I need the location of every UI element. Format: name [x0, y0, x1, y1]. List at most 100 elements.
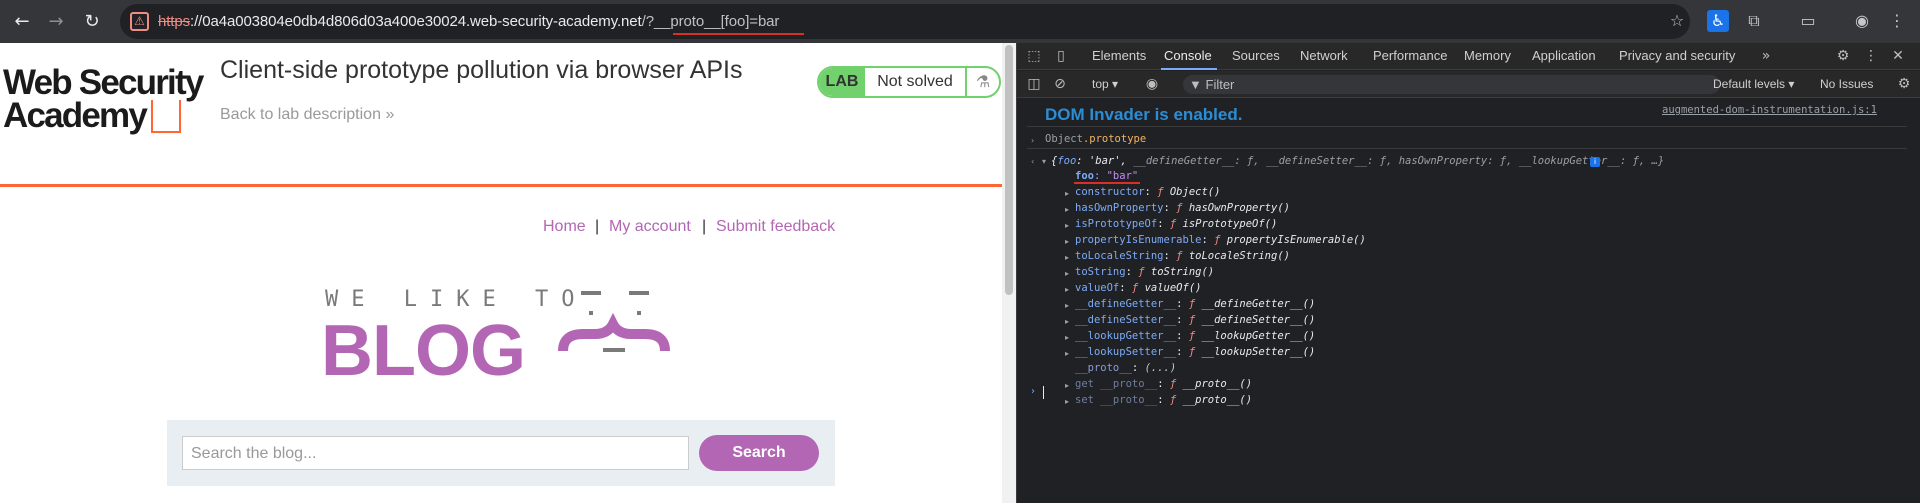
- expand-property-icon[interactable]: ▸: [1065, 189, 1069, 198]
- not-secure-icon[interactable]: ⚠: [130, 12, 149, 31]
- close-devtools-icon[interactable]: ✕: [1889, 47, 1907, 65]
- property-row[interactable]: valueOf: ƒ valueOf(): [1075, 282, 1201, 294]
- tab-elements[interactable]: Elements: [1092, 48, 1146, 63]
- property-row[interactable]: toLocaleString: ƒ toLocaleString(): [1075, 250, 1290, 262]
- nav-submit-feedback[interactable]: Submit feedback: [716, 218, 835, 236]
- cast-icon[interactable]: ▭: [1797, 10, 1819, 32]
- property-colon: :: [1131, 362, 1145, 374]
- tab-privacy-security[interactable]: Privacy and security: [1619, 48, 1735, 63]
- expand-property-icon[interactable]: ▸: [1065, 237, 1069, 246]
- hero-tagline: WE LIKE TO: [325, 287, 588, 312]
- search-input[interactable]: Search the blog...: [182, 436, 689, 470]
- input-property: .prototype: [1082, 133, 1147, 145]
- function-glyph-icon: ƒ: [1138, 266, 1151, 278]
- property-row[interactable]: __lookupSetter__: ƒ __lookupSetter__(): [1075, 346, 1315, 358]
- property-value: (...): [1144, 362, 1177, 374]
- nav-home[interactable]: Home: [543, 218, 586, 236]
- expand-property-icon[interactable]: ▸: [1065, 349, 1069, 358]
- property-row[interactable]: __defineSetter__: ƒ __defineSetter__(): [1075, 314, 1315, 326]
- source-link[interactable]: augmented-dom-instrumentation.js:1: [1662, 104, 1877, 116]
- menu-icon[interactable]: ⋮: [1886, 10, 1908, 32]
- property-value: __proto__(): [1182, 394, 1253, 406]
- url-text[interactable]: https://0a4a003804e0db4d806d03a400e30024…: [158, 13, 779, 30]
- device-toolbar-icon[interactable]: ▯: [1052, 47, 1070, 65]
- tab-network[interactable]: Network: [1300, 48, 1348, 63]
- profile-icon[interactable]: ◉: [1851, 10, 1873, 32]
- property-key: __defineGetter__: [1075, 298, 1177, 310]
- expand-property-icon[interactable]: ▸: [1065, 333, 1069, 342]
- expand-property-icon[interactable]: ▸: [1065, 317, 1069, 326]
- page-scrollbar[interactable]: [1002, 43, 1016, 503]
- expand-property-icon[interactable]: ▸: [1065, 269, 1069, 278]
- devtools-panel: ⬚ ▯ Elements Console Sources Network Per…: [1017, 43, 1920, 503]
- function-glyph-icon: ƒ: [1157, 186, 1170, 198]
- property-colon: :: [1201, 234, 1215, 246]
- accessibility-extension-icon[interactable]: ♿: [1707, 10, 1729, 32]
- expand-property-icon[interactable]: ▸: [1065, 381, 1069, 390]
- console-input-line: Object.prototype: [1045, 133, 1146, 145]
- tab-performance[interactable]: Performance: [1373, 48, 1447, 63]
- header-divider: [0, 184, 1002, 187]
- context-label: top: [1092, 77, 1109, 91]
- property-value: valueOf(): [1144, 282, 1202, 294]
- object-summary[interactable]: {foo: 'bar', __defineGetter__: ƒ, __defi…: [1051, 155, 1664, 167]
- issues-counter[interactable]: No Issues: [1820, 77, 1873, 91]
- property-row[interactable]: get __proto__: ƒ __proto__(): [1075, 378, 1252, 390]
- more-tabs-icon[interactable]: »: [1757, 47, 1775, 65]
- property-colon: :: [1176, 298, 1189, 310]
- back-to-lab-link[interactable]: Back to lab description »: [220, 106, 394, 124]
- address-bar[interactable]: ⚠ https://0a4a003804e0db4d806d03a400e300…: [120, 4, 1690, 39]
- forward-icon[interactable]: →: [42, 8, 70, 36]
- log-levels-dropdown[interactable]: Default levels ▾: [1713, 77, 1794, 91]
- expand-property-icon[interactable]: ▸: [1065, 397, 1069, 406]
- context-selector[interactable]: top ▾: [1092, 77, 1118, 91]
- extensions-icon[interactable]: ⧉: [1743, 10, 1765, 32]
- property-row[interactable]: hasOwnProperty: ƒ hasOwnProperty(): [1075, 202, 1290, 214]
- scrollbar-thumb[interactable]: [1005, 45, 1013, 295]
- flask-icon[interactable]: ⚗: [965, 68, 999, 96]
- reload-icon[interactable]: ↻: [78, 8, 106, 36]
- property-row[interactable]: propertyIsEnumerable: ƒ propertyIsEnumer…: [1075, 234, 1366, 246]
- property-row[interactable]: __defineGetter__: ƒ __defineGetter__(): [1075, 298, 1315, 310]
- expand-property-icon[interactable]: ▸: [1065, 205, 1069, 214]
- property-key: __lookupGetter__: [1075, 330, 1177, 342]
- property-value: __defineGetter__(): [1201, 298, 1316, 310]
- info-icon[interactable]: i: [1590, 157, 1600, 167]
- expand-object-icon[interactable]: ▾: [1042, 157, 1046, 166]
- tab-sources[interactable]: Sources: [1232, 48, 1280, 63]
- property-row[interactable]: isPrototypeOf: ƒ isPrototypeOf(): [1075, 218, 1277, 230]
- property-row[interactable]: toString: ƒ toString(): [1075, 266, 1214, 278]
- property-row[interactable]: __proto__: (...): [1075, 362, 1176, 374]
- console-input-caret[interactable]: [1043, 386, 1044, 399]
- logo-text-line2[interactable]: Academy: [3, 96, 148, 136]
- property-row[interactable]: constructor: ƒ Object(): [1075, 186, 1220, 198]
- property-row[interactable]: __lookupGetter__: ƒ __lookupGetter__(): [1075, 330, 1315, 342]
- expand-property-icon[interactable]: ▸: [1065, 285, 1069, 294]
- devtools-menu-icon[interactable]: ⋮: [1862, 47, 1880, 65]
- expand-property-icon[interactable]: ▸: [1065, 301, 1069, 310]
- inspect-element-icon[interactable]: ⬚: [1025, 47, 1043, 65]
- tab-application[interactable]: Application: [1532, 48, 1596, 63]
- console-filter-input[interactable]: ▼ Filter: [1183, 75, 1720, 94]
- property-colon: :: [1176, 314, 1189, 326]
- bookmark-star-icon[interactable]: ☆: [1666, 10, 1688, 32]
- expand-property-icon[interactable]: ▸: [1065, 221, 1069, 230]
- sidebar-toggle-icon[interactable]: ◫: [1025, 75, 1043, 93]
- console-settings-gear-icon[interactable]: ⚙: [1895, 75, 1913, 93]
- search-button[interactable]: Search: [699, 435, 819, 471]
- tab-memory[interactable]: Memory: [1464, 48, 1511, 63]
- expand-property-icon[interactable]: ▸: [1065, 253, 1069, 262]
- function-glyph-icon: ƒ: [1214, 234, 1227, 246]
- back-icon[interactable]: ←: [8, 8, 36, 36]
- live-expression-eye-icon[interactable]: ◉: [1142, 75, 1162, 93]
- url-path: /?__proto__[foo]=bar: [641, 13, 780, 30]
- function-glyph-icon: ƒ: [1188, 298, 1202, 310]
- settings-gear-icon[interactable]: ⚙: [1834, 47, 1852, 65]
- property-value: __proto__(): [1182, 378, 1253, 390]
- url-scheme: https: [158, 13, 191, 30]
- foo-value: : "bar": [1093, 170, 1139, 182]
- clear-console-icon[interactable]: ⊘: [1051, 75, 1069, 93]
- nav-my-account[interactable]: My account: [609, 218, 691, 236]
- property-row[interactable]: set __proto__: ƒ __proto__(): [1075, 394, 1252, 406]
- tab-console[interactable]: Console: [1164, 48, 1212, 63]
